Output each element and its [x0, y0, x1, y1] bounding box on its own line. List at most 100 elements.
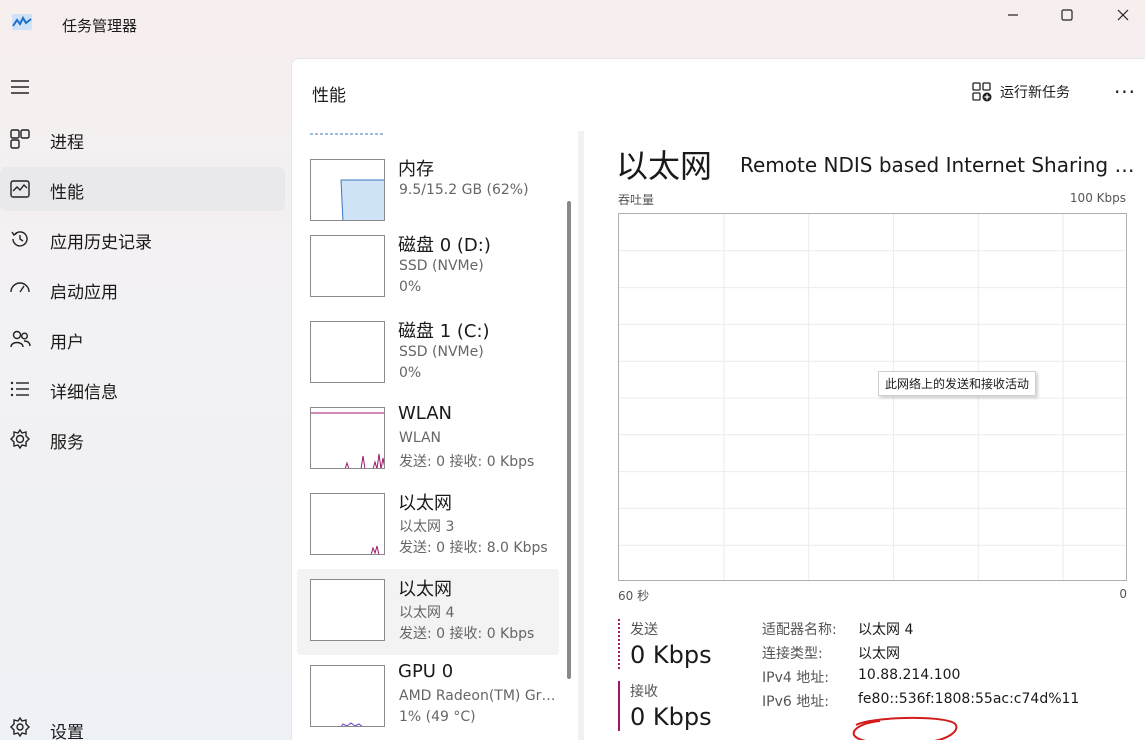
sidebar-item-app-history[interactable]: 应用历史记录	[0, 217, 285, 261]
device-name: 磁盘 1 (C:)	[398, 321, 490, 342]
sidebar-item-label: 应用历史记录	[50, 233, 152, 253]
sidebar-item-processes[interactable]: 进程	[0, 117, 285, 161]
graph-grid	[619, 214, 1126, 580]
gpu-0-thumbnail	[310, 665, 385, 727]
performance-icon	[10, 180, 30, 198]
ethernet-4-thumbnail	[310, 579, 385, 641]
device-ethernet-4[interactable]: 以太网 以太网 4 发送: 0 接收: 0 Kbps	[297, 569, 559, 655]
main-panel: 性能 运行新任务 ··· 内存 9.5/15.2 GB (62%) 磁盘 0 (…	[291, 58, 1145, 740]
device-name: GPU 0	[398, 661, 454, 682]
device-usage: 发送: 0 接收: 8.0 Kbps	[399, 540, 548, 556]
maximize-icon	[1061, 9, 1073, 21]
startup-apps-icon	[10, 282, 30, 293]
minimize-button[interactable]	[990, 0, 1036, 30]
graph-tooltip: 此网络上的发送和接收活动	[878, 371, 1037, 396]
settings-label: 设置	[50, 723, 84, 740]
device-usage: 1% (49 °C)	[399, 709, 476, 725]
prop-key: IPv6 地址:	[762, 694, 829, 710]
prop-value: fe80::536f:1808:55ac:c74d%11	[858, 691, 1080, 707]
device-name: 以太网	[398, 579, 452, 600]
task-manager-icon	[12, 14, 32, 30]
prop-key: IPv4 地址:	[762, 670, 829, 686]
hamburger-menu-icon[interactable]	[10, 79, 30, 95]
disk-0-thumbnail	[310, 235, 385, 297]
ethernet-3-thumbnail	[310, 493, 385, 555]
close-icon	[1117, 9, 1129, 21]
sidebar-item-label: 用户	[50, 333, 84, 353]
device-detail: 9.5/15.2 GB (62%)	[399, 182, 529, 198]
page-title: 性能	[312, 86, 346, 106]
panel-divider	[578, 131, 584, 740]
device-memory[interactable]: 内存 9.5/15.2 GB (62%)	[297, 149, 559, 235]
device-detail: 以太网 3	[399, 519, 455, 535]
sidebar-item-label: 进程	[50, 133, 84, 153]
device-ethernet-3[interactable]: 以太网 以太网 3 发送: 0 接收: 8.0 Kbps	[297, 483, 559, 569]
device-usage: 发送: 0 接收: 0 Kbps	[399, 454, 535, 470]
send-stat: 发送 0 Kbps	[618, 619, 712, 669]
processes-icon	[10, 129, 30, 149]
sidebar-item-label: 性能	[50, 183, 84, 203]
device-usage: 0%	[399, 365, 422, 381]
receive-stat: 接收 0 Kbps	[618, 681, 712, 731]
close-button[interactable]	[1100, 0, 1145, 30]
prop-value: 以太网 4	[858, 622, 914, 638]
sidebar-item-startup-apps[interactable]: 启动应用	[0, 267, 285, 311]
device-name: 以太网	[398, 493, 452, 514]
network-detail-panel: 以太网 Remote NDIS based Internet Sharing D…	[592, 131, 1145, 740]
device-list-scrollbar[interactable]	[567, 201, 571, 679]
details-icon	[10, 381, 29, 397]
prop-value: 以太网	[858, 646, 900, 662]
more-options-button[interactable]: ···	[1110, 77, 1140, 107]
device-gpu-0[interactable]: GPU 0 AMD Radeon(TM) Graphics 1% (49 °C)	[297, 655, 559, 740]
users-icon	[10, 330, 31, 348]
services-icon	[10, 428, 30, 450]
prop-key: 连接类型:	[762, 646, 823, 662]
title-bar: 任务管理器	[0, 0, 1145, 52]
send-value: 0 Kbps	[630, 641, 712, 669]
device-disk-0[interactable]: 磁盘 0 (D:) SSD (NVMe) 0%	[297, 225, 559, 311]
device-detail: AMD Radeon(TM) Graphics	[399, 688, 559, 704]
device-name: WLAN	[398, 403, 453, 424]
detail-title: 以太网	[616, 147, 713, 185]
send-label: 发送	[630, 622, 658, 638]
graph-axis-time-label: 60 秒	[618, 589, 650, 603]
graph-axis-zero-label: 0	[1119, 587, 1127, 601]
device-usage: 0%	[399, 279, 422, 295]
sidebar-item-details[interactable]: 详细信息	[0, 367, 285, 411]
maximize-button[interactable]	[1044, 0, 1090, 30]
device-detail: WLAN	[399, 430, 442, 446]
device-disk-1[interactable]: 磁盘 1 (C:) SSD (NVMe) 0%	[297, 311, 559, 397]
receive-label: 接收	[630, 684, 658, 700]
run-new-task-label: 运行新任务	[1000, 85, 1070, 101]
throughput-graph: 此网络上的发送和接收活动	[618, 213, 1127, 581]
sidebar: 进程 性能 应用历史记录 启动应用 用户 详细信息 服务	[0, 60, 290, 740]
receive-value: 0 Kbps	[630, 703, 712, 731]
gear-icon	[10, 716, 30, 738]
graph-max-label: 100 Kbps	[1069, 191, 1126, 205]
sidebar-item-label: 启动应用	[50, 283, 118, 303]
more-options-icon: ···	[1113, 80, 1137, 104]
minimize-icon	[1008, 14, 1018, 16]
sidebar-item-users[interactable]: 用户	[0, 317, 285, 361]
window-title: 任务管理器	[62, 17, 138, 35]
device-detail: 以太网 4	[399, 605, 455, 621]
disk-1-thumbnail	[310, 321, 385, 383]
sidebar-item-services[interactable]: 服务	[0, 417, 285, 461]
device-detail: SSD (NVMe)	[399, 344, 484, 360]
sidebar-item-performance[interactable]: 性能	[0, 167, 285, 211]
sidebar-item-label: 详细信息	[50, 383, 118, 403]
wlan-thumbnail	[310, 407, 385, 469]
device-name: 磁盘 0 (D:)	[398, 235, 491, 256]
device-detail: SSD (NVMe)	[399, 258, 484, 274]
adapter-description: Remote NDIS based Internet Sharing Devic…	[740, 153, 1140, 177]
sidebar-item-label: 服务	[50, 433, 84, 453]
device-wlan[interactable]: WLAN WLAN 发送: 0 接收: 0 Kbps	[297, 397, 559, 483]
run-new-task-button[interactable]: 运行新任务	[964, 75, 1078, 109]
ipv4-annotation-circle	[852, 716, 958, 740]
scrolled-thumb-edge	[310, 133, 385, 135]
device-name: 内存	[398, 159, 434, 180]
prop-key: 适配器名称:	[762, 622, 837, 638]
memory-thumbnail	[310, 159, 385, 221]
device-usage: 发送: 0 接收: 0 Kbps	[399, 626, 535, 642]
sidebar-item-settings[interactable]: 设置	[0, 712, 285, 740]
